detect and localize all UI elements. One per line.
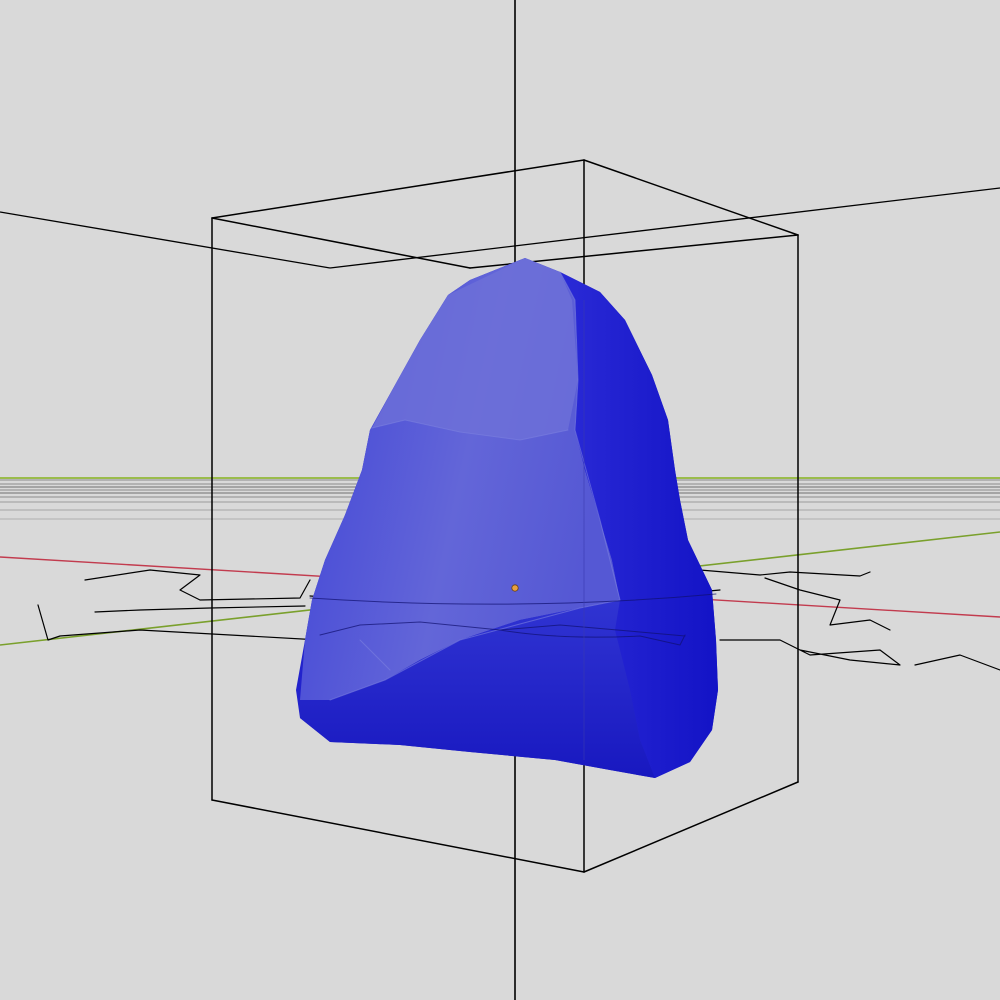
3d-viewport[interactable] [0,0,1000,1000]
viewport-scene[interactable] [0,0,1000,1000]
origin-dot-icon[interactable] [511,584,519,592]
origin-dot[interactable] [511,584,519,592]
